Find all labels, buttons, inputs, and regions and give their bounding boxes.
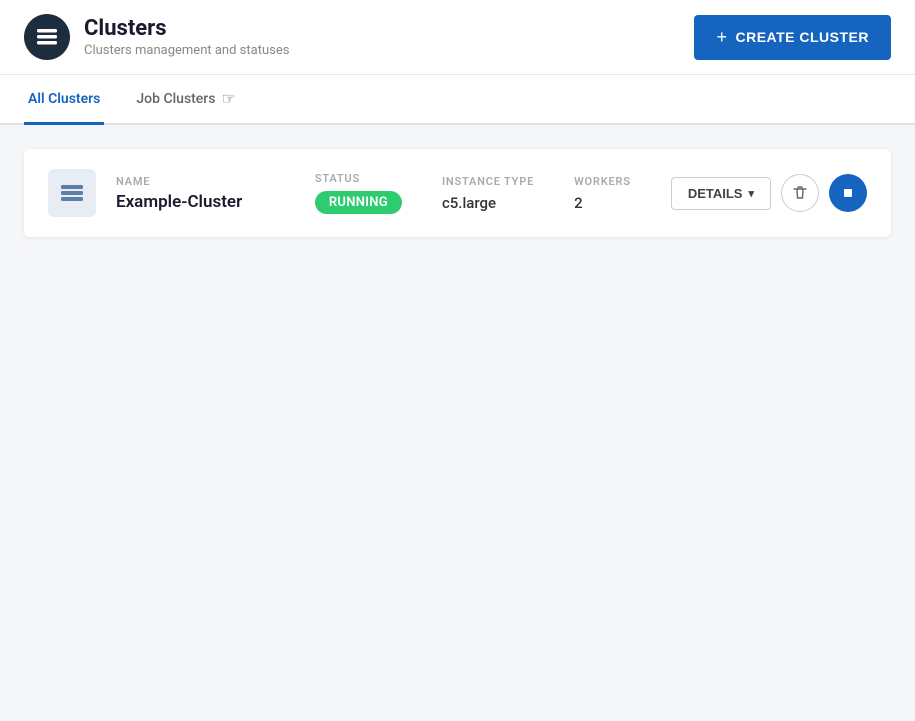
cluster-name: Example-Cluster (116, 192, 295, 212)
all-clusters-tab-label: All Clusters (28, 91, 100, 107)
status-label: STATUS (315, 172, 402, 185)
page-title: Clusters (84, 16, 289, 41)
cluster-card: NAME Example-Cluster STATUS RUNNING INST… (24, 149, 891, 237)
header-title-block: Clusters Clusters management and statuse… (84, 16, 289, 58)
cluster-info: NAME Example-Cluster (116, 175, 295, 212)
app-logo (24, 14, 70, 60)
instance-type-item: INSTANCE TYPE c5.large (442, 175, 534, 212)
chevron-down-icon: ▾ (748, 187, 754, 200)
create-cluster-label: CREATE CLUSTER (735, 29, 869, 45)
tab-job-clusters[interactable]: Job Clusters ☞ (132, 75, 239, 125)
page-subtitle: Clusters management and statuses (84, 43, 289, 58)
cluster-actions: DETAILS ▾ (671, 174, 867, 212)
cluster-icon (48, 169, 96, 217)
header-left: Clusters Clusters management and statuse… (24, 14, 289, 60)
trash-icon (792, 185, 808, 201)
details-label: DETAILS (688, 186, 743, 201)
workers-item: WORKERS 2 (574, 175, 631, 212)
tabs-bar: All Clusters Job Clusters ☞ (0, 75, 915, 125)
create-cluster-button[interactable]: + CREATE CLUSTER (694, 15, 891, 60)
workers-value: 2 (574, 194, 631, 212)
instance-type-value: c5.large (442, 194, 534, 212)
status-badge: RUNNING (315, 191, 402, 214)
workers-label: WORKERS (574, 175, 631, 188)
job-clusters-tab-label: Job Clusters (136, 91, 215, 107)
plus-icon: + (716, 27, 727, 48)
content-area: NAME Example-Cluster STATUS RUNNING INST… (0, 125, 915, 261)
tab-all-clusters[interactable]: All Clusters (24, 75, 104, 125)
cluster-meta: STATUS RUNNING INSTANCE TYPE c5.large WO… (315, 172, 631, 214)
name-label: NAME (116, 175, 295, 188)
status-item: STATUS RUNNING (315, 172, 402, 214)
stop-icon (840, 185, 856, 201)
page-header: Clusters Clusters management and statuse… (0, 0, 915, 75)
delete-button[interactable] (781, 174, 819, 212)
details-button[interactable]: DETAILS ▾ (671, 177, 771, 210)
stop-button[interactable] (829, 174, 867, 212)
cursor-icon: ☞ (221, 89, 235, 108)
instance-type-label: INSTANCE TYPE (442, 175, 534, 188)
